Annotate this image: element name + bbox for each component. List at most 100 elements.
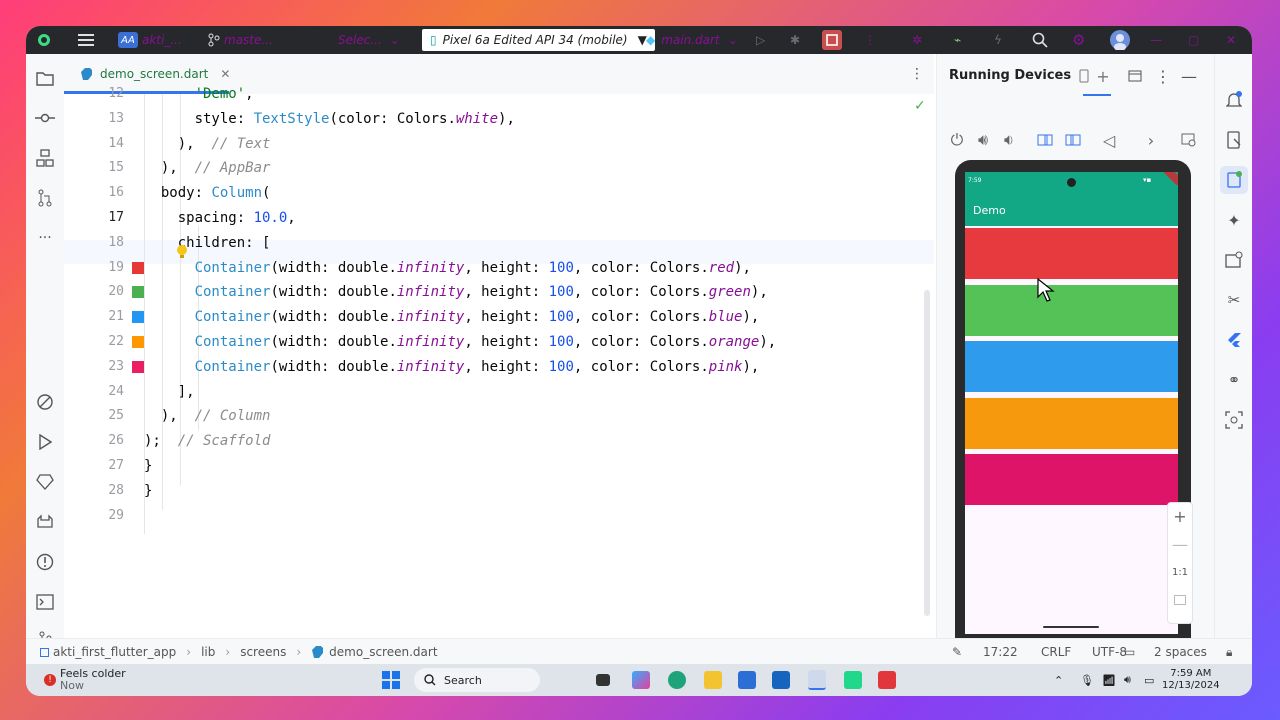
run-config-selector[interactable]: ◆ main.dart ⌄ bbox=[646, 26, 738, 54]
commit-icon[interactable] bbox=[35, 108, 55, 128]
editor-scrollbar[interactable] bbox=[924, 290, 930, 616]
file-explorer-icon[interactable] bbox=[704, 664, 722, 696]
phone-screen[interactable]: 7:59 ▾▪ Demo bbox=[965, 172, 1178, 634]
line-separator[interactable]: CRLF bbox=[1041, 639, 1071, 665]
battery-icon[interactable]: ▭ bbox=[1144, 664, 1154, 696]
attach-debugger-icon[interactable]: ⌁ bbox=[954, 26, 961, 54]
minimize-icon[interactable]: — bbox=[1150, 26, 1162, 54]
select-dropdown[interactable]: Selec... ⌄ bbox=[338, 26, 400, 54]
color-swatch-icon[interactable] bbox=[132, 336, 144, 348]
rotate-right-icon[interactable] bbox=[1065, 132, 1081, 148]
debug-disabled-icon[interactable]: ✱ bbox=[790, 26, 800, 54]
breadcrumb-lib[interactable]: lib bbox=[201, 645, 215, 659]
breadcrumb-file[interactable]: demo_screen.dart bbox=[329, 645, 437, 659]
search-icon[interactable] bbox=[1032, 26, 1048, 54]
pycharm-icon[interactable] bbox=[844, 664, 862, 696]
code-editor[interactable]: 12 13 14 15 16 17 18 19 20 21 22 23 24 25 26 27 28 29 'De… bbox=[64, 86, 934, 638]
gem-icon[interactable] bbox=[35, 472, 55, 492]
weather-alert-icon: ! bbox=[44, 674, 56, 686]
device-selector[interactable]: ▯ Pixel 6a Edited API 34 (mobile) ▼ bbox=[422, 26, 655, 54]
breadcrumb-screens[interactable]: screens bbox=[240, 645, 286, 659]
code-token: Container bbox=[194, 309, 271, 325]
zoom-actual-size-button[interactable]: 1:1 bbox=[1168, 567, 1192, 578]
device-manager-icon[interactable] bbox=[1224, 130, 1244, 150]
pin-icon[interactable]: ✎ bbox=[952, 639, 962, 665]
more-tools-icon[interactable]: ··· bbox=[35, 228, 55, 248]
volume-up-icon[interactable]: 🔊︎ bbox=[975, 130, 991, 149]
flutter-outline-icon[interactable] bbox=[1224, 330, 1244, 350]
volume-icon[interactable]: 🔊︎ bbox=[1124, 664, 1131, 696]
zoom-out-button[interactable]: — bbox=[1168, 535, 1192, 554]
breadcrumb-project[interactable]: akti_first_flutter_app bbox=[53, 645, 176, 659]
flutter-inspector-icon[interactable] bbox=[35, 392, 55, 412]
caret-position[interactable]: 17:22 bbox=[983, 639, 1018, 665]
logcat-icon[interactable] bbox=[35, 512, 55, 532]
problems-icon[interactable] bbox=[35, 552, 55, 572]
project-selector[interactable]: AA akti_... bbox=[118, 26, 182, 54]
start-button[interactable] bbox=[382, 664, 400, 696]
window-layout-icon[interactable] bbox=[1127, 68, 1143, 84]
emulator-icon[interactable] bbox=[1224, 250, 1244, 270]
search-box[interactable]: Search bbox=[414, 664, 540, 696]
color-swatch-icon[interactable] bbox=[132, 361, 144, 373]
wifi-icon[interactable]: 📶︎ bbox=[1102, 664, 1116, 696]
outlook-icon[interactable] bbox=[772, 664, 790, 696]
hot-reload-icon[interactable]: ϟ bbox=[994, 26, 1002, 54]
screenshot-icon[interactable] bbox=[1181, 132, 1197, 148]
notifications-icon[interactable] bbox=[1224, 90, 1244, 110]
settings-gear-icon[interactable]: ⚙ bbox=[1072, 26, 1085, 54]
weather-widget[interactable]: ! Feels colder Now bbox=[44, 664, 126, 696]
run-icon[interactable]: ▷ bbox=[756, 26, 765, 54]
no-problems-check-icon[interactable]: ✓ bbox=[914, 98, 926, 114]
branch-selector[interactable]: maste... bbox=[206, 26, 273, 54]
zoom-in-button[interactable]: + bbox=[1168, 507, 1192, 526]
back-icon[interactable]: ◁ bbox=[1101, 131, 1117, 150]
tray-expand-icon[interactable]: ⌃ bbox=[1054, 664, 1063, 696]
device-tab-icon[interactable] bbox=[1077, 68, 1093, 84]
maximize-icon[interactable]: ▢ bbox=[1188, 26, 1199, 54]
terminal-icon[interactable] bbox=[35, 592, 55, 612]
android-studio-taskbar-icon[interactable] bbox=[808, 664, 826, 696]
more-actions-icon[interactable]: ⋮ bbox=[864, 26, 876, 54]
tab-options-icon[interactable]: ⋮ bbox=[910, 66, 924, 82]
app-logo-icon[interactable] bbox=[36, 26, 52, 54]
app-inspection-icon[interactable] bbox=[1224, 410, 1244, 430]
task-view-icon[interactable] bbox=[596, 664, 610, 696]
copilot-icon[interactable] bbox=[632, 664, 650, 696]
bulb-icon[interactable] bbox=[176, 244, 188, 264]
rotate-left-icon[interactable] bbox=[1037, 132, 1053, 148]
color-swatch-icon[interactable] bbox=[132, 286, 144, 298]
layout-inspector-icon[interactable]: ✂ bbox=[1224, 290, 1244, 310]
color-swatch-icon[interactable] bbox=[132, 311, 144, 323]
stop-button[interactable] bbox=[822, 26, 842, 54]
debug-icon[interactable]: ✲ bbox=[912, 26, 922, 54]
forward-icon[interactable]: › bbox=[1143, 131, 1159, 150]
link-icon[interactable]: ⚭ bbox=[1224, 370, 1244, 390]
new-tab-icon[interactable]: + bbox=[1095, 67, 1111, 86]
volume-down-icon[interactable]: 🔉︎ bbox=[1001, 130, 1017, 149]
editor-config-icon[interactable]: ▭ bbox=[1124, 639, 1135, 665]
pull-requests-icon[interactable] bbox=[35, 188, 55, 208]
zoom-fit-icon[interactable] bbox=[1174, 595, 1186, 605]
panel-options-icon[interactable]: ⋮ bbox=[1155, 67, 1171, 86]
gemini-icon[interactable]: ✦ bbox=[1224, 210, 1244, 230]
power-icon[interactable]: ⏻ bbox=[949, 130, 965, 149]
account-avatar-icon[interactable] bbox=[1110, 26, 1130, 54]
indent-setting[interactable]: 2 spaces bbox=[1154, 639, 1207, 665]
microphone-icon[interactable]: 🎙︎ bbox=[1080, 664, 1094, 696]
jetbrains-app-icon[interactable] bbox=[878, 664, 896, 696]
close-icon[interactable]: ✕ bbox=[1226, 26, 1236, 54]
store-icon[interactable] bbox=[738, 664, 756, 696]
structure-icon[interactable] bbox=[35, 148, 55, 168]
project-folder-icon[interactable] bbox=[35, 68, 55, 88]
color-swatch-icon[interactable] bbox=[132, 262, 144, 274]
running-devices-icon[interactable] bbox=[1224, 170, 1244, 190]
file-encoding[interactable]: UTF-8 bbox=[1092, 639, 1127, 665]
run-tool-icon[interactable] bbox=[35, 432, 55, 452]
edge-icon[interactable] bbox=[668, 664, 686, 696]
close-tab-icon[interactable]: ✕ bbox=[220, 67, 230, 81]
lock-icon[interactable]: 🔒︎ bbox=[1226, 639, 1232, 665]
hide-panel-icon[interactable]: — bbox=[1181, 67, 1197, 86]
clock[interactable]: 7:59 AM 12/13/2024 bbox=[1162, 664, 1220, 696]
main-menu-icon[interactable] bbox=[78, 26, 94, 54]
